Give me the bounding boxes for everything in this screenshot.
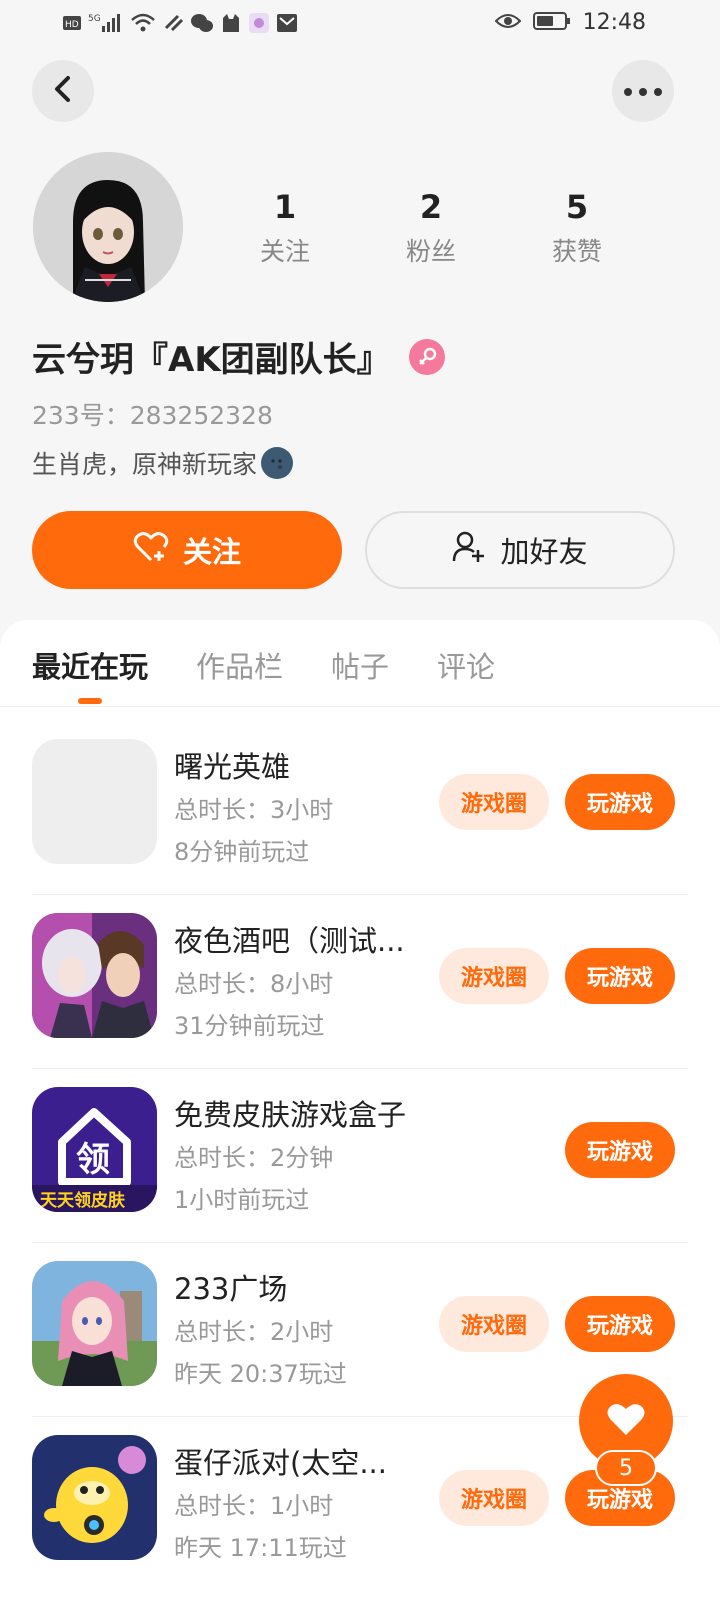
tab-comments[interactable]: 评论 xyxy=(437,644,495,704)
follow-label: 关注 xyxy=(182,535,241,569)
mail-icon xyxy=(276,12,298,34)
game-icon[interactable]: 领 天天领皮肤 xyxy=(32,1087,157,1212)
game-circle-button[interactable]: 游戏圈 xyxy=(439,774,549,830)
game-name: 夜色酒吧（测试... xyxy=(174,924,405,958)
wifi-icon xyxy=(130,12,156,34)
wechat-icon xyxy=(190,12,214,34)
following-count: 1 xyxy=(273,188,297,226)
tab-works[interactable]: 作品栏 xyxy=(196,644,283,704)
game-name: 免费皮肤游戏盒子 xyxy=(174,1098,407,1132)
more-options-button[interactable] xyxy=(612,60,674,122)
link-icon xyxy=(162,12,184,34)
game-circle-button[interactable]: 游戏圈 xyxy=(439,1470,549,1526)
cat-icon xyxy=(220,12,242,34)
game-duration: 总时长：2分钟 xyxy=(174,1144,334,1172)
fans-label: 粉丝 xyxy=(405,237,456,266)
game-last-played: 1小时前玩过 xyxy=(174,1186,310,1214)
status-time: 12:48 xyxy=(582,10,646,35)
game-duration: 总时长：1小时 xyxy=(174,1492,334,1520)
game-icon[interactable] xyxy=(32,1435,157,1560)
avatar[interactable] xyxy=(33,152,183,302)
like-count-badge: 5 xyxy=(595,1450,657,1486)
game-duration: 总时长：2小时 xyxy=(174,1318,334,1346)
game-duration: 总时长：8小时 xyxy=(174,970,334,998)
moon-emoji-icon xyxy=(261,447,294,479)
hd-icon: HD xyxy=(62,12,82,34)
account-id: 233号：283252328 xyxy=(32,401,273,430)
chevron-left-icon xyxy=(51,75,75,107)
svg-text:5G: 5G xyxy=(88,14,101,24)
game-last-played: 昨天 20:37玩过 xyxy=(174,1360,347,1388)
fans-count: 2 xyxy=(419,188,443,226)
play-game-button[interactable]: 玩游戏 xyxy=(565,1296,675,1352)
list-item[interactable]: 夜色酒吧（测试... 总时长：8小时 31分钟前玩过 游戏圈 玩游戏 xyxy=(0,894,720,1068)
stat-following[interactable]: 1 关注 xyxy=(212,186,358,268)
game-last-played: 昨天 17:11玩过 xyxy=(174,1534,347,1562)
likes-label: 获赞 xyxy=(551,237,602,266)
bio: 生肖虎，原神新玩家 xyxy=(32,445,294,481)
add-friend-button[interactable]: 加好友 xyxy=(365,511,675,589)
list-item[interactable]: 曙光英雄 总时长：3小时 8分钟前玩过 游戏圈 玩游戏 xyxy=(0,720,720,894)
game-circle-button[interactable]: 游戏圈 xyxy=(439,948,549,1004)
game-icon[interactable] xyxy=(32,913,157,1038)
likes-count: 5 xyxy=(565,188,589,226)
game-last-played: 8分钟前玩过 xyxy=(174,838,310,866)
profile-stats: 1 关注 2 粉丝 5 获赞 xyxy=(212,186,652,268)
game-name: 233广场 xyxy=(174,1272,288,1306)
tab-bar: 最近在玩 作品栏 帖子 评论 xyxy=(32,644,495,704)
svg-text:天天领皮肤: 天天领皮肤 xyxy=(40,1190,126,1211)
following-label: 关注 xyxy=(259,237,310,266)
battery-icon xyxy=(532,11,571,35)
username-row: 云兮玥『AK团副队长』 xyxy=(32,332,445,381)
heart-plus-icon xyxy=(133,531,169,570)
back-button[interactable] xyxy=(32,60,94,122)
more-dots-icon xyxy=(623,82,663,101)
app-icon xyxy=(248,12,270,34)
svg-text:领: 领 xyxy=(76,1140,110,1180)
female-icon xyxy=(408,338,445,375)
game-name: 蛋仔派对(太空... xyxy=(174,1446,387,1480)
game-last-played: 31分钟前玩过 xyxy=(174,1012,325,1040)
add-user-icon xyxy=(452,531,486,570)
game-duration: 总时长：3小时 xyxy=(174,796,334,824)
tabs-divider xyxy=(0,706,720,707)
game-icon[interactable] xyxy=(32,739,157,864)
username: 云兮玥『AK团副队长』 xyxy=(32,340,391,380)
bio-text: 生肖虎，原神新玩家 xyxy=(32,450,258,479)
stat-likes[interactable]: 5 获赞 xyxy=(504,186,650,268)
play-game-button[interactable]: 玩游戏 xyxy=(565,774,675,830)
svg-text:HD: HD xyxy=(65,20,79,30)
status-bar: HD 5G 12:48 xyxy=(0,0,720,48)
play-game-button[interactable]: 玩游戏 xyxy=(565,1122,675,1178)
game-circle-button[interactable]: 游戏圈 xyxy=(439,1296,549,1352)
game-name: 曙光英雄 xyxy=(174,750,291,784)
list-item[interactable]: 领 天天领皮肤 免费皮肤游戏盒子 总时长：2分钟 1小时前玩过 玩游戏 xyxy=(0,1068,720,1242)
tab-recently-played[interactable]: 最近在玩 xyxy=(32,644,148,704)
play-game-button[interactable]: 玩游戏 xyxy=(565,948,675,1004)
tab-posts[interactable]: 帖子 xyxy=(331,644,389,704)
eye-icon xyxy=(494,11,522,35)
add-friend-label: 加好友 xyxy=(500,535,588,569)
game-icon[interactable] xyxy=(32,1261,157,1386)
follow-button[interactable]: 关注 xyxy=(32,511,342,589)
stat-fans[interactable]: 2 粉丝 xyxy=(358,186,504,268)
signal-icon: 5G xyxy=(88,12,124,34)
heart-icon xyxy=(606,1401,646,1441)
